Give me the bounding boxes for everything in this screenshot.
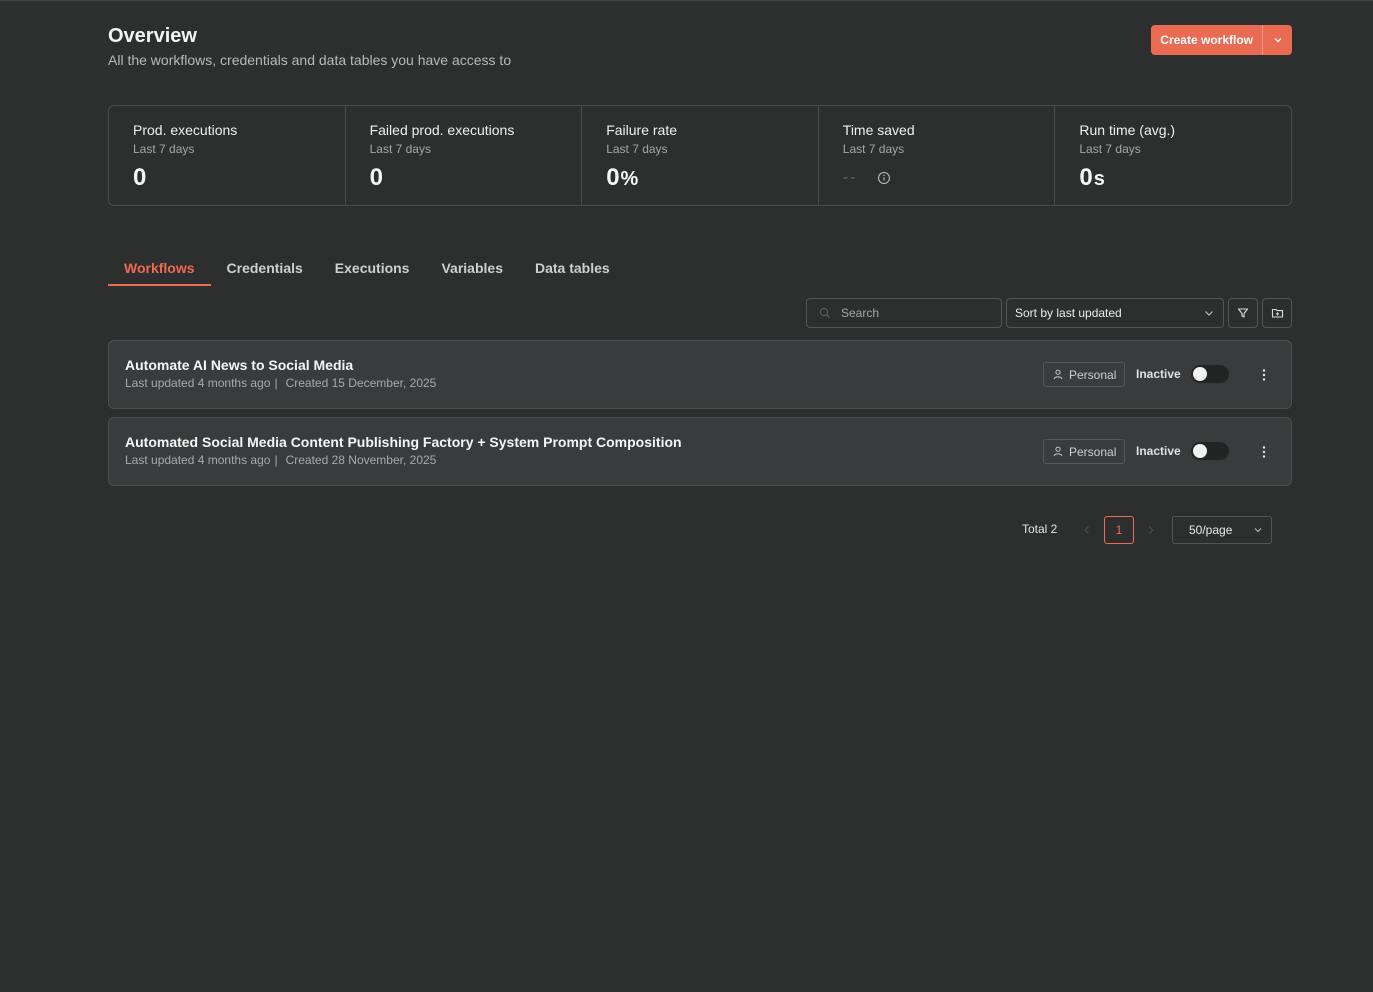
previous-page-button[interactable] <box>1080 521 1094 539</box>
more-vertical-icon <box>1262 446 1266 458</box>
toggle-knob <box>1193 444 1207 458</box>
workflow-actions-button[interactable] <box>1253 441 1275 463</box>
stat-period: Last 7 days <box>369 142 431 156</box>
stat-run-time[interactable]: Run time (avg.) Last 7 days 0s <box>1055 106 1291 205</box>
search-box <box>806 298 1002 328</box>
search-icon <box>819 307 830 318</box>
stat-empty-value: -- <box>842 169 858 186</box>
sort-value: Sort by last updated <box>1015 306 1122 320</box>
stat-unit: % <box>620 168 640 190</box>
filter-button[interactable] <box>1228 298 1258 328</box>
page-size-value: 50/page <box>1189 523 1233 537</box>
add-folder-button[interactable] <box>1262 298 1292 328</box>
stat-label: Run time (avg.) <box>1079 122 1176 138</box>
owner-label: Personal <box>1069 444 1117 459</box>
tab-credentials[interactable]: Credentials <box>211 252 319 286</box>
stat-label: Failed prod. executions <box>369 122 515 138</box>
chevron-right-icon <box>1149 526 1154 534</box>
stat-period: Last 7 days <box>1079 142 1141 156</box>
workflow-meta: Last updated 4 months ago | Created 28 N… <box>125 453 436 467</box>
create-workflow-button[interactable]: Create workflow <box>1151 25 1262 55</box>
stat-label: Failure rate <box>606 122 677 138</box>
tab-workflows[interactable]: Workflows <box>108 252 211 286</box>
user-icon <box>1053 369 1063 380</box>
top-divider <box>0 0 1373 1</box>
tab-executions[interactable]: Executions <box>319 252 426 286</box>
stat-failed-prod-executions[interactable]: Failed prod. executions Last 7 days 0 <box>346 106 583 205</box>
stat-prod-executions[interactable]: Prod. executions Last 7 days 0 <box>109 106 346 205</box>
stat-number: 0 <box>369 164 384 191</box>
stat-failure-rate[interactable]: Failure rate Last 7 days 0% <box>582 106 819 205</box>
stat-value: 0 <box>133 164 147 192</box>
more-vertical-icon <box>1262 369 1266 381</box>
stat-number: 0 <box>1079 164 1094 191</box>
workflow-card[interactable]: Automated Social Media Content Publishin… <box>108 417 1292 486</box>
user-icon <box>1053 446 1063 457</box>
stat-number: 0 <box>133 164 148 191</box>
stat-value: 0 <box>370 164 384 192</box>
pagination-total: Total 2 <box>1022 522 1058 536</box>
insights-summary: Prod. executions Last 7 days 0 Failed pr… <box>108 105 1292 206</box>
stat-number: 0 <box>606 164 621 191</box>
next-page-button[interactable] <box>1144 521 1158 539</box>
toggle-knob <box>1193 367 1207 381</box>
stat-value: 0% <box>606 164 639 192</box>
sort-select[interactable]: Sort by last updated <box>1006 298 1224 328</box>
tab-variables[interactable]: Variables <box>425 252 519 286</box>
stat-period: Last 7 days <box>842 142 905 156</box>
workflow-created: Created 28 November, 2025 <box>285 453 437 467</box>
create-options-button[interactable] <box>1262 25 1292 55</box>
owner-label: Personal <box>1069 367 1117 382</box>
stat-label: Prod. executions <box>133 122 238 138</box>
page-number-button[interactable]: 1 <box>1104 516 1134 544</box>
workflow-name[interactable]: Automated Social Media Content Publishin… <box>125 434 682 450</box>
stat-time-saved[interactable]: Time saved Last 7 days -- <box>819 106 1056 205</box>
workflow-meta: Last updated 4 months ago | Created 15 D… <box>125 376 436 390</box>
stat-label: Time saved <box>842 122 915 138</box>
stat-unit: s <box>1093 168 1106 190</box>
workflow-updated: Last updated 4 months ago <box>125 453 271 467</box>
owner-badge[interactable]: Personal <box>1043 362 1126 387</box>
page-subtitle: All the workflows, credentials and data … <box>108 52 512 68</box>
workflow-actions-button[interactable] <box>1253 364 1275 386</box>
resource-tabs: Workflows Credentials Executions Variabl… <box>108 252 626 286</box>
workflow-status: Inactive <box>1136 444 1181 458</box>
stat-value: 0s <box>1079 164 1105 192</box>
workflow-created: Created 15 December, 2025 <box>285 376 437 390</box>
chevron-down-icon <box>1205 311 1213 316</box>
page-title: Overview <box>108 25 197 47</box>
folder-plus-icon <box>1271 308 1283 318</box>
meta-separator: | <box>274 453 278 467</box>
page-header: Overview All the workflows, credentials … <box>108 24 1292 74</box>
chevron-down-icon <box>1254 528 1262 533</box>
create-workflow-group: Create workflow <box>1151 25 1292 55</box>
info-icon[interactable] <box>877 171 891 185</box>
workflow-name[interactable]: Automate AI News to Social Media <box>125 357 353 373</box>
owner-badge[interactable]: Personal <box>1043 439 1126 464</box>
search-input[interactable] <box>841 306 991 320</box>
activate-toggle[interactable] <box>1190 364 1230 384</box>
chevron-down-icon <box>1274 38 1281 43</box>
page-size-select[interactable]: 50/page <box>1172 516 1272 544</box>
workflow-status: Inactive <box>1136 367 1181 381</box>
chevron-left-icon <box>1084 526 1089 534</box>
stat-period: Last 7 days <box>133 142 195 156</box>
filter-icon <box>1237 308 1249 318</box>
workflow-updated: Last updated 4 months ago <box>125 376 271 390</box>
meta-separator: | <box>274 376 278 390</box>
stat-period: Last 7 days <box>606 142 668 156</box>
activate-toggle[interactable] <box>1190 441 1230 461</box>
tab-data-tables[interactable]: Data tables <box>519 252 626 286</box>
workflow-card[interactable]: Automate AI News to Social Media Last up… <box>108 340 1292 409</box>
